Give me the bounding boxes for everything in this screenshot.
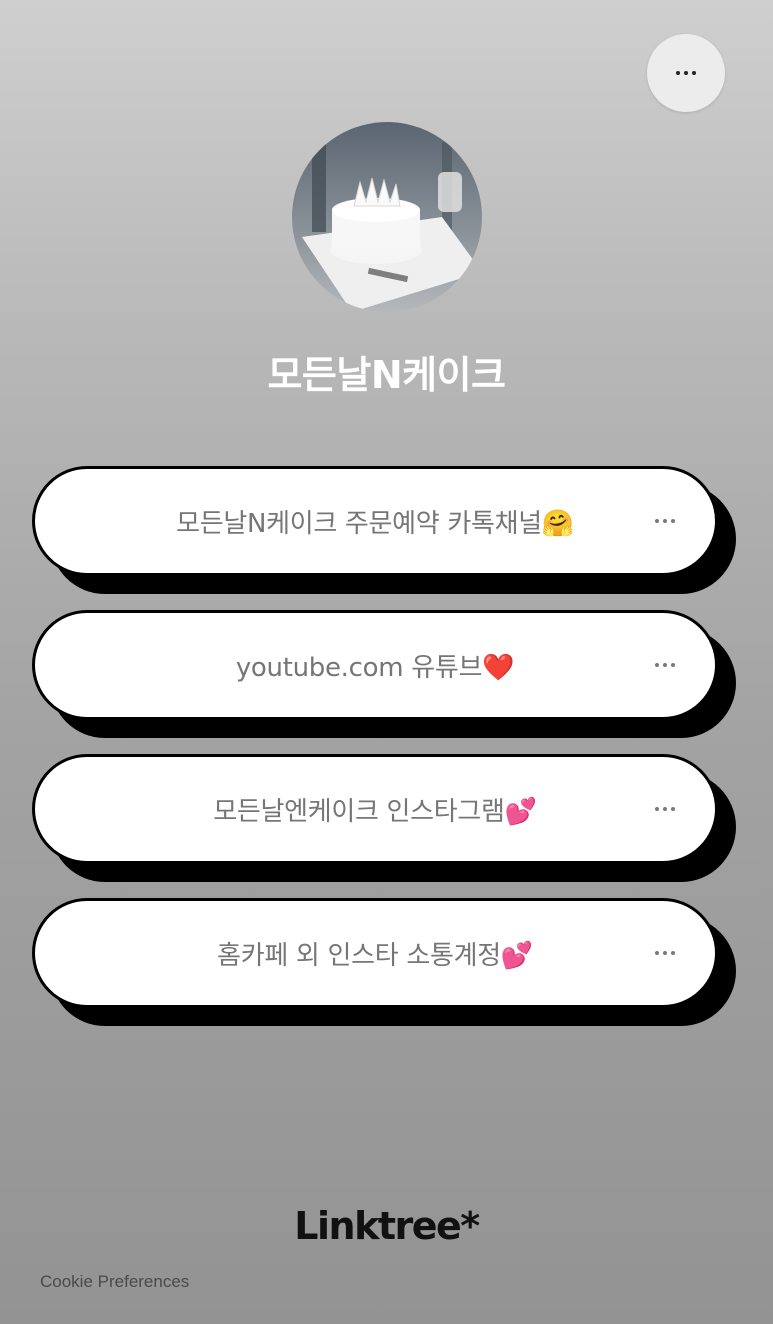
link-label: 홈카페 외 인스타 소통계정💕 — [217, 940, 533, 971]
cake-photo-icon — [292, 122, 482, 312]
ellipsis-icon[interactable] — [655, 807, 675, 811]
link-instagram[interactable]: 모든날엔케이크 인스타그램💕 — [32, 754, 736, 882]
link-label: 모든날N케이크 주문예약 카톡채널🤗 — [176, 508, 574, 539]
link-label: youtube.com 유튜브❤️ — [235, 652, 515, 683]
link-youtube[interactable]: youtube.com 유튜브❤️ — [32, 610, 736, 738]
link-button[interactable]: 모든날엔케이크 인스타그램💕 — [32, 754, 718, 864]
ellipsis-icon[interactable] — [655, 951, 675, 955]
profile-name: 모든날N케이크 — [267, 353, 506, 397]
linktree-logo[interactable]: Linktree* — [0, 1204, 773, 1248]
link-label: 모든날엔케이크 인스타그램💕 — [213, 796, 537, 827]
cookie-preferences-link[interactable]: Cookie Preferences — [40, 1272, 189, 1292]
link-button[interactable]: 모든날N케이크 주문예약 카톡채널🤗 — [32, 466, 718, 576]
ellipsis-icon — [676, 71, 696, 75]
more-options-button[interactable] — [647, 34, 725, 112]
ellipsis-icon[interactable] — [655, 663, 675, 667]
link-button[interactable]: youtube.com 유튜브❤️ — [32, 610, 718, 720]
link-kakao-channel[interactable]: 모든날N케이크 주문예약 카톡채널🤗 — [32, 466, 736, 594]
link-homecafe-instagram[interactable]: 홈카페 외 인스타 소통계정💕 — [32, 898, 736, 1026]
avatar — [292, 122, 482, 312]
link-button[interactable]: 홈카페 외 인스타 소통계정💕 — [32, 898, 718, 1008]
ellipsis-icon[interactable] — [655, 519, 675, 523]
